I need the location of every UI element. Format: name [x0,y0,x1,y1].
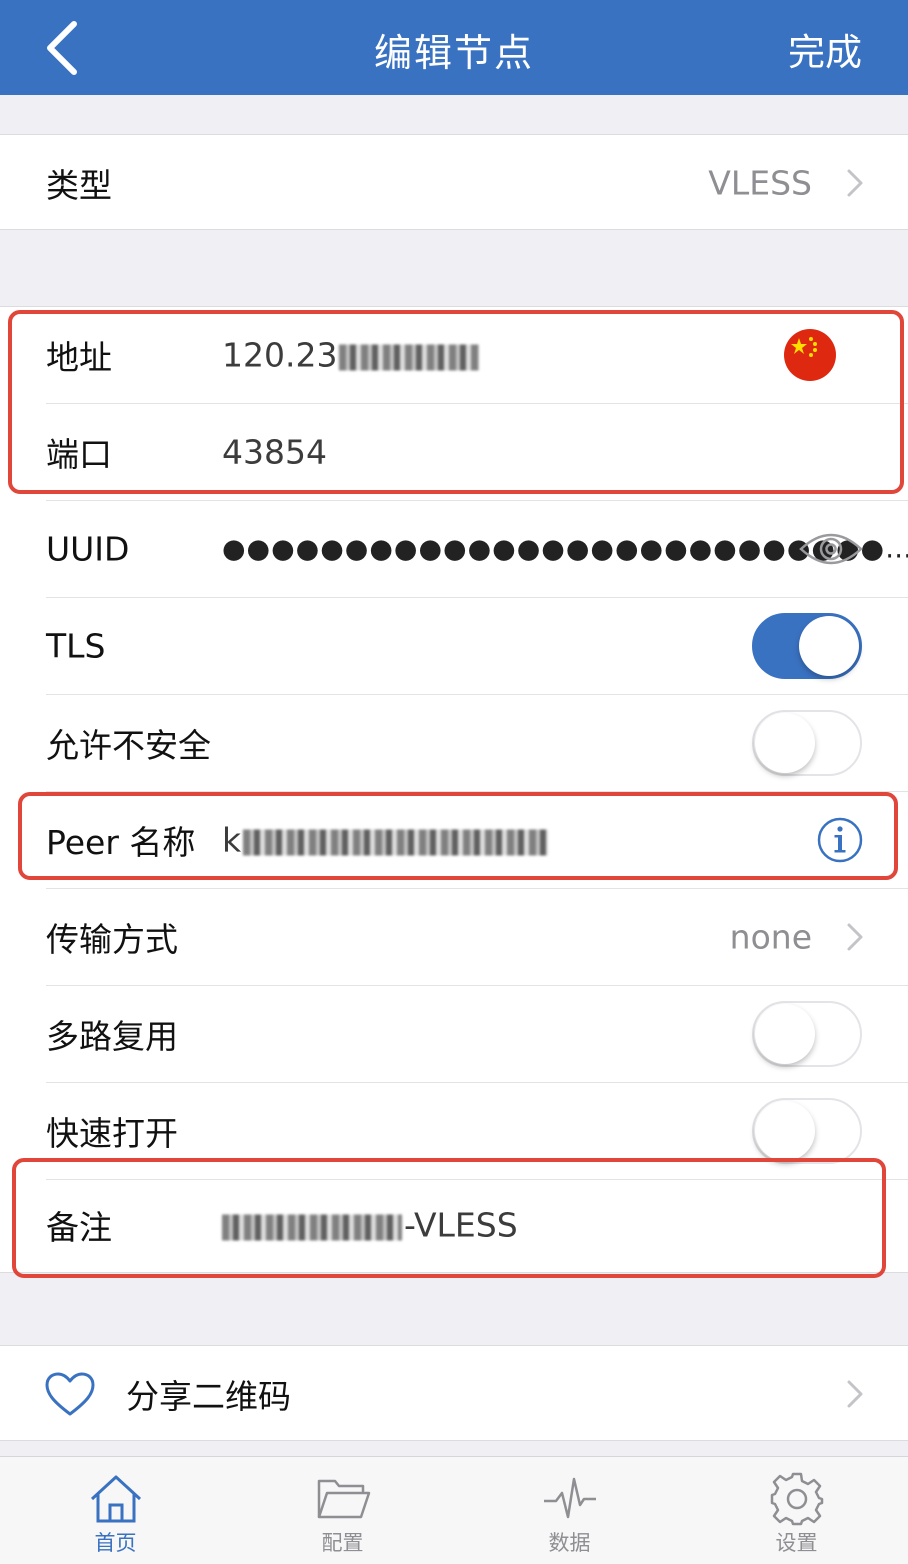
uuid-label: UUID [46,529,130,569]
peer-name-label: Peer 名称 [46,823,196,862]
eye-icon[interactable] [798,529,864,569]
info-icon[interactable] [816,816,864,864]
share-section: 分享二维码 [0,1345,908,1441]
remark-label: 备注 [46,1208,112,1247]
gear-icon [770,1472,823,1526]
tab-label: 设置 [775,1531,818,1555]
tab-label: 数据 [548,1531,591,1555]
uuid-row[interactable]: UUID ●●●●●●●●●●●●●●●●●●●●●●●●●●●… [0,501,908,597]
address-label: 地址 [46,338,112,377]
chevron-right-icon [847,923,863,951]
type-row[interactable]: 类型 VLESS [0,135,908,231]
tab-data[interactable]: 数据 [456,1457,683,1564]
mux-row: 多路复用 [0,986,908,1082]
page-title: 编辑节点 [373,31,534,75]
fast-open-row: 快速打开 [0,1083,908,1179]
mux-toggle[interactable] [752,1001,862,1067]
tab-bar: 首页 配置 数据 设置 [0,1456,908,1564]
tls-toggle[interactable] [752,613,862,679]
toggle-knob [755,1101,815,1161]
remark-value[interactable]: -VLESS [222,1206,518,1245]
allow-insecure-row: 允许不安全 [0,695,908,791]
share-qrcode-label: 分享二维码 [126,1377,291,1416]
tls-label: TLS [46,626,106,666]
type-section: 类型 VLESS [0,134,908,230]
share-qrcode-row[interactable]: 分享二维码 [0,1346,908,1442]
type-value: VLESS [708,163,812,203]
allow-insecure-label: 允许不安全 [46,726,211,765]
toggle-knob [755,1004,815,1064]
chevron-right-icon [847,1380,863,1408]
nav-bar: 编辑节点 完成 [0,0,908,95]
fast-open-label: 快速打开 [46,1114,178,1153]
mux-label: 多路复用 [46,1017,178,1056]
tab-settings[interactable]: 设置 [683,1457,908,1564]
address-value[interactable]: 120.23 [222,336,480,375]
remark-row[interactable]: 备注 -VLESS [0,1177,908,1273]
type-label: 类型 [46,166,112,205]
toggle-knob [755,713,815,773]
peer-name-row[interactable]: Peer 名称 k [0,792,908,888]
transport-value: none [729,917,812,957]
china-flag-icon [784,329,836,381]
toggle-knob [799,616,859,676]
home-icon [90,1475,141,1523]
peer-name-value[interactable]: k [222,821,549,860]
allow-insecure-toggle[interactable] [752,710,862,776]
tab-home[interactable]: 首页 [2,1457,229,1564]
fast-open-toggle[interactable] [752,1098,862,1164]
node-settings-section: 地址 120.23 端口 43854 UUID ●●●●●●●●●●●●●●●●… [0,306,908,1273]
activity-icon [543,1477,596,1519]
tls-row: TLS [0,598,908,694]
done-button[interactable]: 完成 [788,22,862,76]
transport-label: 传输方式 [46,920,178,959]
port-value[interactable]: 43854 [222,433,327,472]
tab-label: 配置 [321,1531,364,1555]
tab-config[interactable]: 配置 [229,1457,456,1564]
transport-row[interactable]: 传输方式 none [0,889,908,985]
heart-icon [45,1372,95,1416]
folder-icon [317,1479,370,1519]
tab-label: 首页 [94,1531,137,1555]
port-label: 端口 [46,435,112,474]
address-row[interactable]: 地址 120.23 [0,307,908,403]
port-row[interactable]: 端口 43854 [0,404,908,500]
chevron-right-icon [847,169,863,197]
